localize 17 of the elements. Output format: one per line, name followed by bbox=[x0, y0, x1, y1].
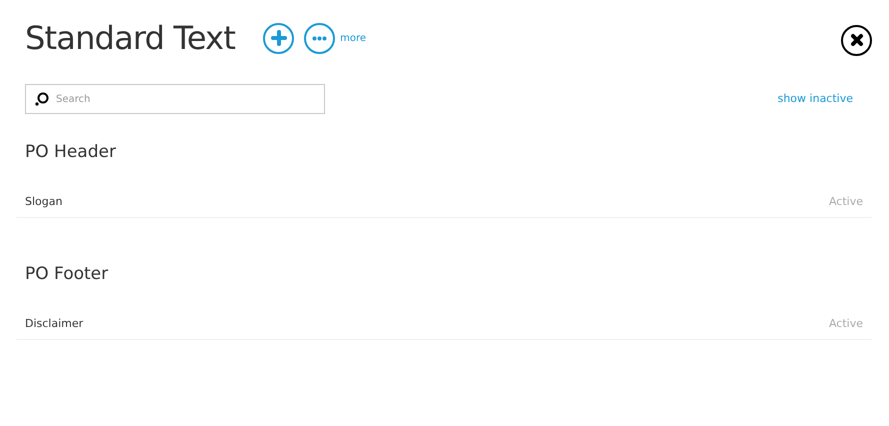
search-field[interactable]: Search bbox=[25, 84, 325, 114]
section-heading: PO Header bbox=[24, 141, 117, 164]
status-text: Active bbox=[828, 194, 863, 210]
list-row[interactable]: Slogan Active bbox=[16, 188, 872, 218]
item-name: Disclaimer bbox=[25, 316, 84, 332]
ellipsis-icon bbox=[312, 36, 328, 40]
search-icon bbox=[35, 92, 49, 106]
more-button[interactable] bbox=[304, 22, 336, 54]
page-title: Standard Text bbox=[25, 18, 236, 58]
plus-icon bbox=[270, 30, 287, 46]
close-button[interactable] bbox=[841, 24, 872, 56]
add-button[interactable] bbox=[263, 22, 294, 54]
section-heading: PO Footer bbox=[24, 263, 110, 286]
item-name: Slogan bbox=[25, 194, 62, 210]
list-row[interactable]: Disclaimer Active bbox=[16, 310, 872, 340]
close-icon bbox=[850, 33, 864, 47]
status-text: Active bbox=[828, 316, 863, 332]
